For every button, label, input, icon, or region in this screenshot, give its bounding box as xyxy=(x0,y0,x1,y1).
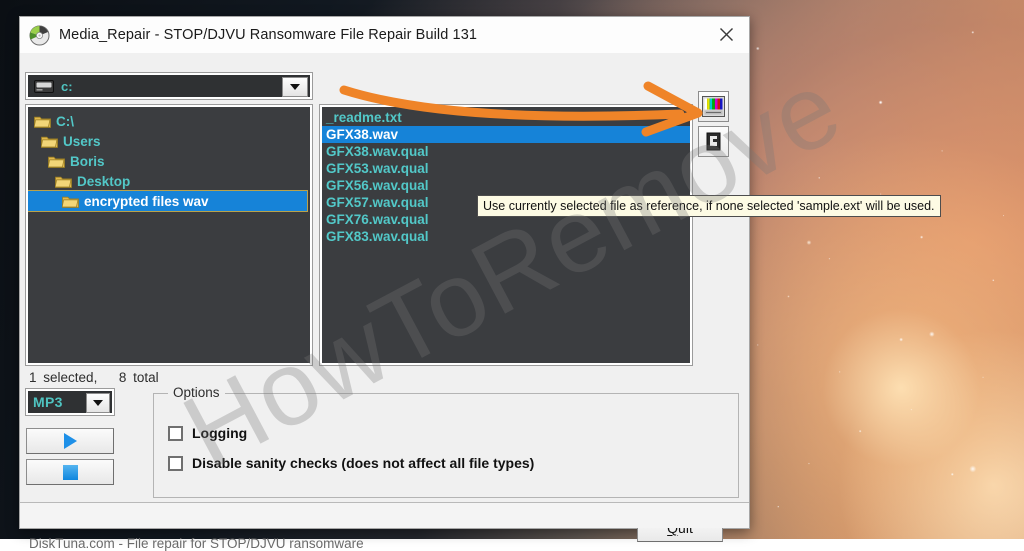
drive-value: c: xyxy=(61,78,73,94)
folder-icon xyxy=(34,116,51,128)
folder-icon xyxy=(55,176,72,188)
close-x-glyph xyxy=(719,28,733,41)
selection-counts: 1 selected, 8 total xyxy=(29,370,162,385)
file-format-value: MP3 xyxy=(33,394,63,410)
file-list-item[interactable]: GFX53.wav.qual xyxy=(322,160,690,177)
title-bar: Media_Repair - STOP/DJVU Ransomware File… xyxy=(20,17,749,53)
folder-icon xyxy=(62,196,79,208)
disable-sanity-checks-label: Disable sanity checks (does not affect a… xyxy=(192,455,535,471)
folder-tree-item-label: encrypted files wav xyxy=(84,193,209,209)
folder-tree-item[interactable]: C:\ xyxy=(28,111,310,131)
play-button[interactable] xyxy=(26,428,114,454)
color-bars-test-pattern-icon xyxy=(702,96,725,117)
disable-sanity-checks-row[interactable]: Disable sanity checks (does not affect a… xyxy=(168,455,534,471)
sample-file-button[interactable] xyxy=(698,91,729,122)
folder-tree-item-label: Boris xyxy=(70,153,105,169)
folder-tree-item-label: Users xyxy=(63,133,101,149)
options-legend: Options xyxy=(168,385,225,400)
media-repair-window: Media_Repair - STOP/DJVU Ransomware File… xyxy=(19,16,941,551)
chevron-down-icon[interactable] xyxy=(86,393,110,413)
play-triangle-icon xyxy=(63,433,77,449)
close-icon[interactable] xyxy=(703,17,749,52)
folder-icon xyxy=(48,156,65,168)
total-label: total xyxy=(133,370,159,385)
logging-checkbox[interactable] xyxy=(168,425,183,441)
client-area: c: C:\ Users Boris Desktop encrypted files w… xyxy=(20,53,941,551)
drive-select[interactable]: c: xyxy=(26,73,312,99)
drive-icon xyxy=(34,79,54,93)
folder-icon xyxy=(41,136,58,148)
chevron-down-icon[interactable] xyxy=(282,77,308,97)
selected-label: selected, xyxy=(43,370,98,385)
file-list-item[interactable]: _readme.txt xyxy=(322,109,690,126)
file-list-item[interactable]: GFX38.wav.qual xyxy=(322,143,690,160)
status-bar xyxy=(20,502,749,528)
status-text: DiskTuna.com - File repair for STOP/DJVU… xyxy=(29,536,364,551)
folder-tree-item[interactable]: Boris xyxy=(28,151,310,171)
file-list-item[interactable]: GFX38.wav xyxy=(322,126,690,143)
reference-file-icon xyxy=(706,132,721,151)
folder-tree-item[interactable]: Desktop xyxy=(28,171,310,191)
caret-glyph xyxy=(93,400,103,406)
folder-tree-item-label: C:\ xyxy=(56,113,74,129)
selected-count: 1 xyxy=(29,370,37,385)
disable-sanity-checks-checkbox[interactable] xyxy=(168,455,183,471)
stop-button[interactable] xyxy=(26,459,114,485)
total-count: 8 xyxy=(118,370,127,385)
logging-checkbox-row[interactable]: Logging xyxy=(168,425,247,441)
folder-tree-item[interactable]: encrypted files wav xyxy=(28,190,308,212)
file-list[interactable]: _readme.txt GFX38.wav GFX38.wav.qual GFX53.… xyxy=(320,105,692,365)
folder-tree[interactable]: C:\ Users Boris Desktop encrypted files wav xyxy=(26,105,312,365)
disc-icon xyxy=(29,25,50,45)
use-selected-as-reference-button[interactable] xyxy=(698,126,729,157)
logging-label: Logging xyxy=(192,425,248,441)
caret-glyph xyxy=(290,84,300,90)
folder-tree-item-label: Desktop xyxy=(77,173,131,189)
window-title: Media_Repair - STOP/DJVU Ransomware File… xyxy=(59,27,478,43)
stop-square-icon xyxy=(62,464,78,480)
reference-button-tooltip: Use currently selected file as reference… xyxy=(477,195,941,217)
file-list-item[interactable]: GFX56.wav.qual xyxy=(322,177,690,194)
folder-tree-item[interactable]: Users xyxy=(28,131,310,151)
options-group: Options Logging Disable sanity checks (d… xyxy=(153,385,739,498)
reference-toolbar xyxy=(698,91,742,161)
file-format-select[interactable]: MP3 xyxy=(26,389,114,415)
file-list-item[interactable]: GFX83.wav.qual xyxy=(322,228,690,245)
